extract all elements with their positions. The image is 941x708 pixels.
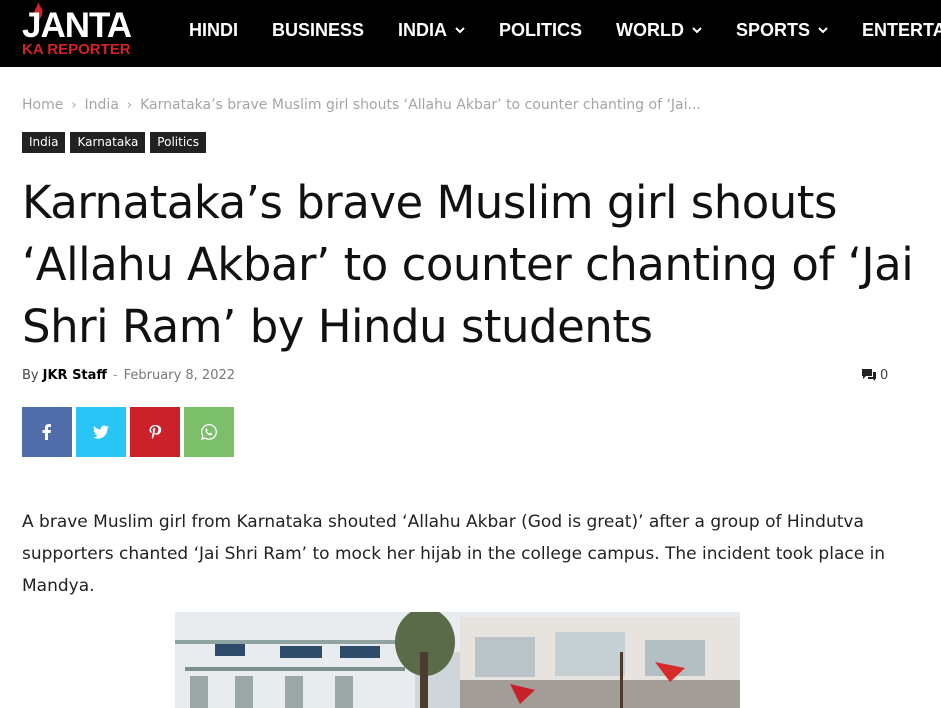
author-link[interactable]: JKR Staff [43,368,107,383]
nav-item-label: BUSINESS [272,20,365,40]
by-label: By [22,368,39,383]
breadcrumb-current: Karnataka’s brave Muslim girl shouts ‘Al… [140,97,701,113]
top-nav-bar: JANTA KA REPORTER HINDI BUSINESS INDIA POLI… [0,0,941,67]
share-buttons [22,407,238,461]
tag-india[interactable]: India [22,132,66,153]
nav-item-label: WORLD [616,20,685,40]
comment-icon [862,369,876,381]
chevron-down-icon [455,27,465,34]
article-meta: By JKR Staff - February 8, 2022 [22,368,235,383]
tag-politics[interactable]: Politics [150,132,207,153]
nav-item-label: SPORTS [736,20,811,40]
comment-count-link[interactable]: 0 [862,368,888,383]
nav-item-business[interactable]: BUSINESS [255,0,381,67]
nav-item-label: POLITICS [499,20,583,40]
pinterest-icon [149,425,162,439]
publish-date: February 8, 2022 [123,368,236,383]
pinterest-share-button[interactable] [130,407,180,457]
facebook-icon [42,424,51,440]
nav-item-label: HINDI [189,20,238,40]
nav-item-india[interactable]: INDIA [381,0,482,67]
logo-text: JANTA [22,6,132,45]
chevron-down-icon [692,27,702,34]
nav-item-label: ENTERTAI [862,20,941,40]
comment-count: 0 [880,368,889,383]
nav-item-entertainment[interactable]: ENTERTAI [845,0,941,67]
breadcrumb-home[interactable]: Home [22,97,63,113]
nav-item-sports[interactable]: SPORTS [719,0,845,67]
tag-karnataka[interactable]: Karnataka [70,132,146,153]
logo-subtext: KA REPORTER [22,41,131,58]
breadcrumb: Home › India › Karnataka’s brave Muslim girl… [22,97,701,113]
nav-item-hindi[interactable]: HINDI [172,0,255,67]
article-title: Karnataka’s brave Muslim girl shouts ‘Al… [22,176,914,353]
breadcrumb-separator: › [126,98,133,113]
category-tags: India Karnataka Politics [22,131,211,153]
site-logo[interactable]: JANTA KA REPORTER [22,2,152,60]
breadcrumb-india[interactable]: India [85,97,119,113]
facebook-share-button[interactable] [22,407,72,457]
twitter-share-button[interactable] [76,407,126,457]
article-image [175,612,740,708]
whatsapp-icon [201,424,217,440]
breadcrumb-separator: › [71,98,77,113]
main-nav: HINDI BUSINESS INDIA POLITICS WORLD SPORTS ENT… [172,0,941,67]
twitter-icon [92,425,109,439]
article-body: A brave Muslim girl from Karnataka shout… [22,512,886,596]
chevron-down-icon [818,27,828,34]
whatsapp-share-button[interactable] [184,407,234,457]
nav-item-label: INDIA [398,20,448,40]
photo-illustration [175,612,740,708]
nav-item-world[interactable]: WORLD [599,0,719,67]
nav-item-politics[interactable]: POLITICS [482,0,599,67]
meta-separator: - [112,368,118,383]
